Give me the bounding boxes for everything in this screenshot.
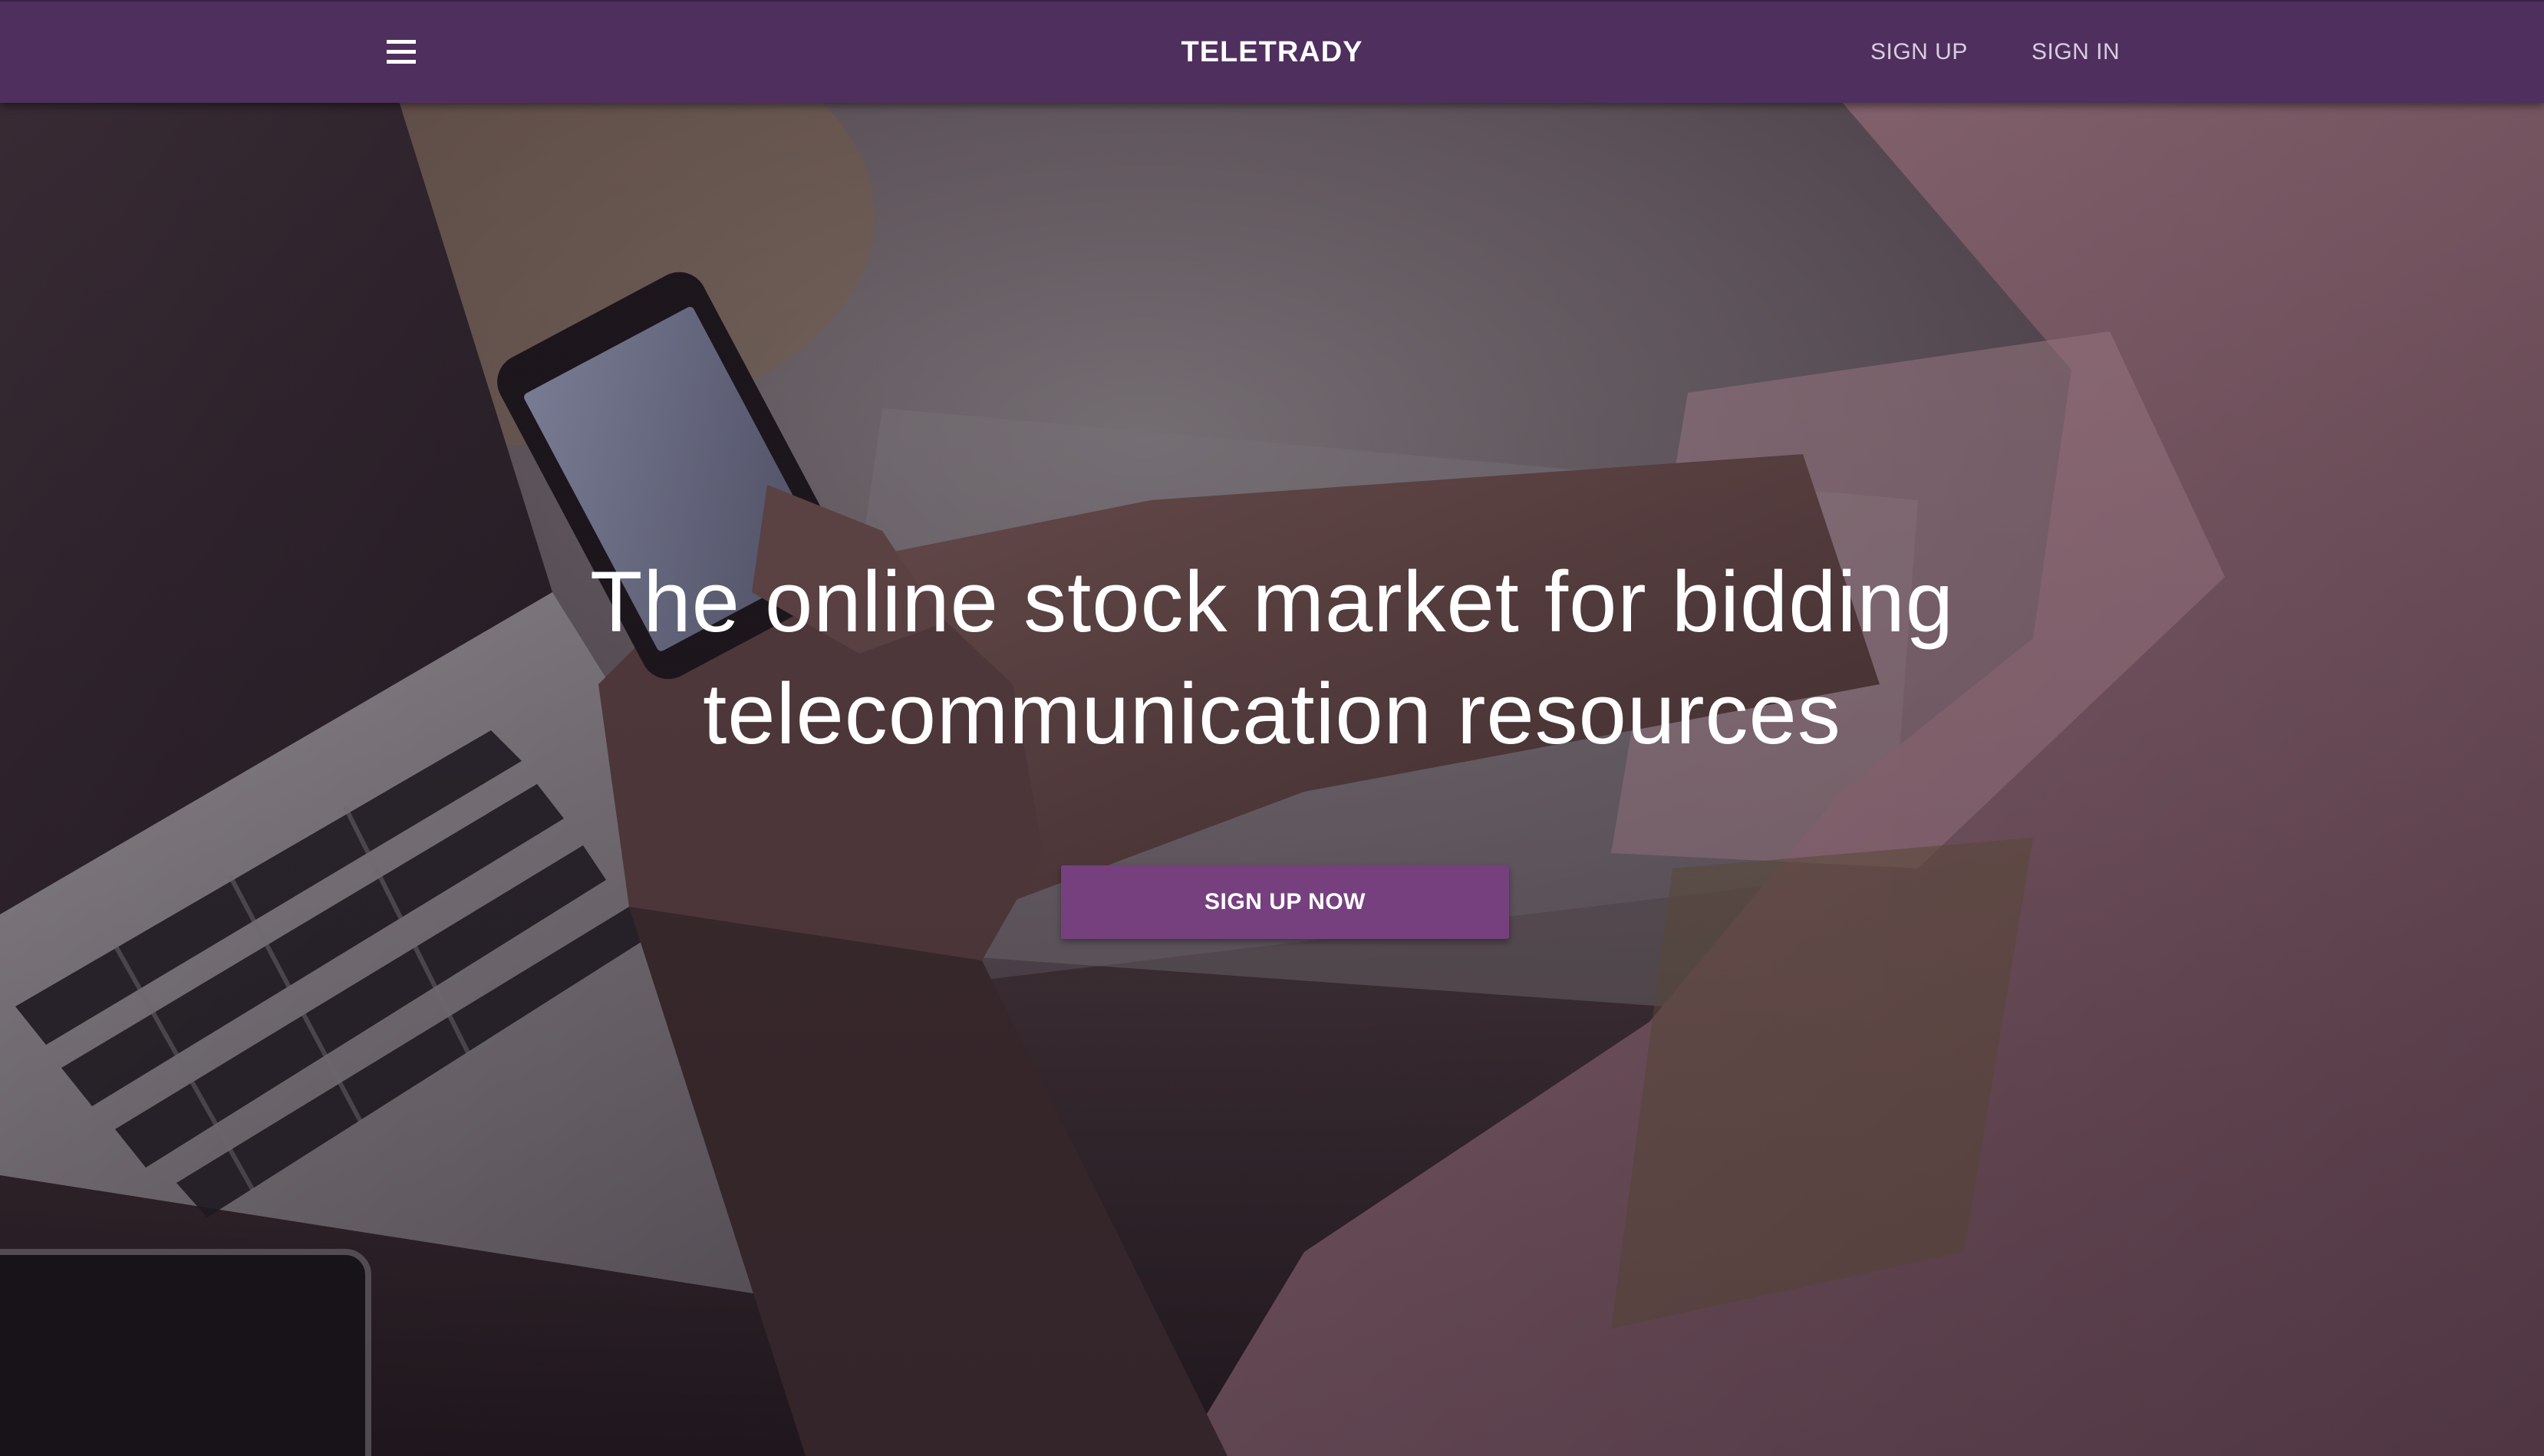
nav-sign-up-link[interactable]: SIGN UP [1870, 2, 1968, 103]
top-navigation-bar: TELETRADY SIGN UP SIGN IN [0, 0, 2544, 103]
nav-sign-in-link[interactable]: SIGN IN [2032, 2, 2120, 103]
sign-up-now-button[interactable]: SIGN UP NOW [1061, 865, 1509, 939]
hamburger-menu-icon[interactable] [382, 35, 420, 69]
hero-headline: The online stock market for bidding tele… [0, 546, 2544, 770]
hero-section: The online stock market for bidding tele… [0, 101, 2544, 1456]
landing-page: TELETRADY SIGN UP SIGN IN The online sto… [0, 0, 2544, 1456]
hero-dark-overlay [0, 101, 2544, 1456]
hero-headline-line-1: The online stock market for bidding [589, 554, 1955, 650]
hero-headline-line-2: telecommunication resources [703, 666, 1841, 762]
